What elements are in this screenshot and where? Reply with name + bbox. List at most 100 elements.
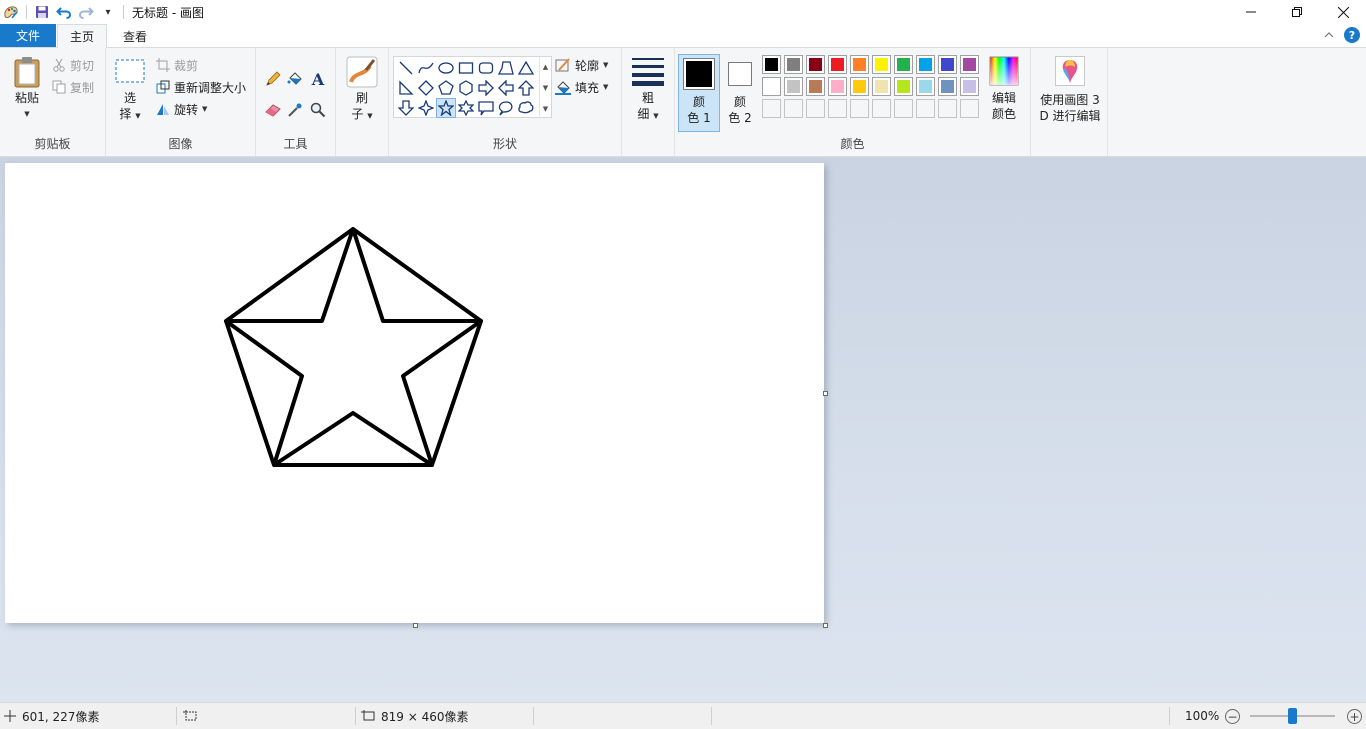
canvas-resize-handle-right[interactable]: [823, 391, 828, 396]
four-point-star-shape-icon[interactable]: [416, 98, 436, 118]
palette-swatch[interactable]: [806, 77, 825, 96]
paint-bucket-icon[interactable]: [284, 68, 306, 90]
custom-color-slot[interactable]: [960, 99, 979, 118]
customize-quick-access-icon[interactable]: ▾: [97, 1, 119, 23]
tab-home[interactable]: 主页: [57, 24, 107, 48]
palette-swatch-color: [941, 58, 954, 71]
triangle-shape-icon[interactable]: [516, 58, 536, 78]
restore-button[interactable]: [1274, 0, 1320, 24]
text-icon[interactable]: A: [307, 68, 329, 90]
image-group-label: 图像: [168, 137, 193, 151]
right-triangle-shape-icon[interactable]: [396, 78, 416, 98]
palette-swatch[interactable]: [784, 55, 803, 74]
right-arrow-shape-icon[interactable]: [476, 78, 496, 98]
outline-label: 轮廓: [575, 58, 600, 73]
custom-color-slot[interactable]: [916, 99, 935, 118]
hexagon-shape-icon[interactable]: [456, 78, 476, 98]
palette-swatch[interactable]: [894, 55, 913, 74]
minimize-button[interactable]: [1228, 0, 1274, 24]
fill-button[interactable]: 填充 ▼: [555, 77, 608, 97]
custom-color-slot[interactable]: [828, 99, 847, 118]
five-point-star-shape-icon[interactable]: [436, 98, 456, 118]
close-button[interactable]: [1320, 0, 1366, 24]
save-icon[interactable]: [31, 1, 53, 23]
palette-swatch[interactable]: [784, 77, 803, 96]
tab-file[interactable]: 文件: [0, 24, 56, 47]
line-shape-icon[interactable]: [396, 58, 416, 78]
eraser-icon[interactable]: [262, 99, 284, 121]
size-button[interactable]: 粗 细 ▼: [628, 56, 668, 124]
palette-swatch[interactable]: [872, 55, 891, 74]
palette-swatch[interactable]: [762, 55, 781, 74]
palette-swatch[interactable]: [938, 77, 957, 96]
palette-swatch[interactable]: [960, 77, 979, 96]
down-arrow-shape-icon[interactable]: [396, 98, 416, 118]
paste-button[interactable]: 粘贴 ▼: [8, 56, 46, 122]
copy-button[interactable]: 复制: [52, 77, 94, 97]
palette-swatch[interactable]: [850, 55, 869, 74]
paste-dropdown-arrow[interactable]: ▼: [24, 106, 29, 122]
palette-swatch[interactable]: [762, 77, 781, 96]
palette-swatch[interactable]: [960, 55, 979, 74]
drawing-canvas[interactable]: [5, 163, 824, 623]
paint-app-icon[interactable]: [0, 1, 22, 23]
cloud-callout-shape-icon[interactable]: [516, 98, 536, 118]
zoom-in-button[interactable]: +: [1347, 709, 1362, 724]
up-arrow-shape-icon[interactable]: [516, 78, 536, 98]
edit-with-paint3d-button[interactable]: 使用画图 3 D 进行编辑: [1035, 56, 1105, 124]
palette-swatch[interactable]: [916, 55, 935, 74]
cut-button[interactable]: 剪切: [52, 55, 94, 75]
rectangle-shape-icon[interactable]: [456, 58, 476, 78]
custom-color-slot[interactable]: [938, 99, 957, 118]
rectangular-callout-shape-icon[interactable]: [476, 98, 496, 118]
custom-color-slot[interactable]: [806, 99, 825, 118]
oval-shape-icon[interactable]: [436, 58, 456, 78]
canvas-resize-handle-bottom[interactable]: [413, 623, 418, 628]
curve-shape-icon[interactable]: [416, 58, 436, 78]
color-picker-icon[interactable]: [284, 99, 306, 121]
custom-color-slot[interactable]: [872, 99, 891, 118]
pentagon-shape-icon[interactable]: [436, 78, 456, 98]
palette-swatch[interactable]: [828, 77, 847, 96]
custom-color-slot[interactable]: [894, 99, 913, 118]
palette-swatch[interactable]: [806, 55, 825, 74]
six-point-star-shape-icon[interactable]: [456, 98, 476, 118]
palette-swatch[interactable]: [938, 55, 957, 74]
custom-color-slot[interactable]: [850, 99, 869, 118]
canvas-resize-handle-corner[interactable]: [823, 623, 828, 628]
resize-button[interactable]: 重新调整大小: [156, 77, 246, 97]
tab-view[interactable]: 查看: [110, 24, 160, 48]
palette-swatch[interactable]: [894, 77, 913, 96]
rotate-button[interactable]: 旋转 ▼: [156, 99, 207, 119]
left-arrow-shape-icon[interactable]: [496, 78, 516, 98]
zoom-out-button[interactable]: −: [1225, 709, 1240, 724]
zoom-slider-thumb[interactable]: [1288, 708, 1297, 724]
help-icon[interactable]: ?: [1344, 27, 1360, 43]
palette-swatch[interactable]: [872, 77, 891, 96]
select-button[interactable]: 选 择 ▼: [112, 58, 148, 124]
crop-button[interactable]: 裁剪: [156, 55, 198, 75]
pencil-icon[interactable]: [262, 68, 284, 90]
color2-button[interactable]: 颜 色 2: [721, 57, 759, 126]
color1-button[interactable]: 颜 色 1: [678, 54, 720, 132]
palette-swatch[interactable]: [850, 77, 869, 96]
custom-color-slot[interactable]: [762, 99, 781, 118]
palette-swatch-color: [963, 80, 976, 93]
palette-swatch[interactable]: [916, 77, 935, 96]
magnifier-icon[interactable]: [307, 99, 329, 121]
diamond-shape-icon[interactable]: [416, 78, 436, 98]
outline-button[interactable]: 轮廓 ▼: [555, 55, 608, 75]
brushes-button[interactable]: 刷 子 ▼: [342, 56, 382, 124]
polygon-shape-icon[interactable]: [496, 58, 516, 78]
undo-icon[interactable]: [53, 1, 75, 23]
shapes-gallery-scroll[interactable]: ▲ ▼ ▼: [539, 57, 551, 119]
rounded-rectangle-shape-icon[interactable]: [476, 58, 496, 78]
colors-group: 颜 色 1 颜 色 2 编辑 颜色 颜色: [675, 48, 1031, 156]
oval-callout-shape-icon[interactable]: [496, 98, 516, 118]
custom-color-slot[interactable]: [784, 99, 803, 118]
edit-colors-button[interactable]: 编辑 颜色: [985, 56, 1023, 122]
collapse-ribbon-icon[interactable]: [1324, 31, 1334, 39]
palette-swatch[interactable]: [828, 55, 847, 74]
redo-icon[interactable]: [75, 1, 97, 23]
cursor-position-text: 601, 227像素: [22, 709, 100, 724]
